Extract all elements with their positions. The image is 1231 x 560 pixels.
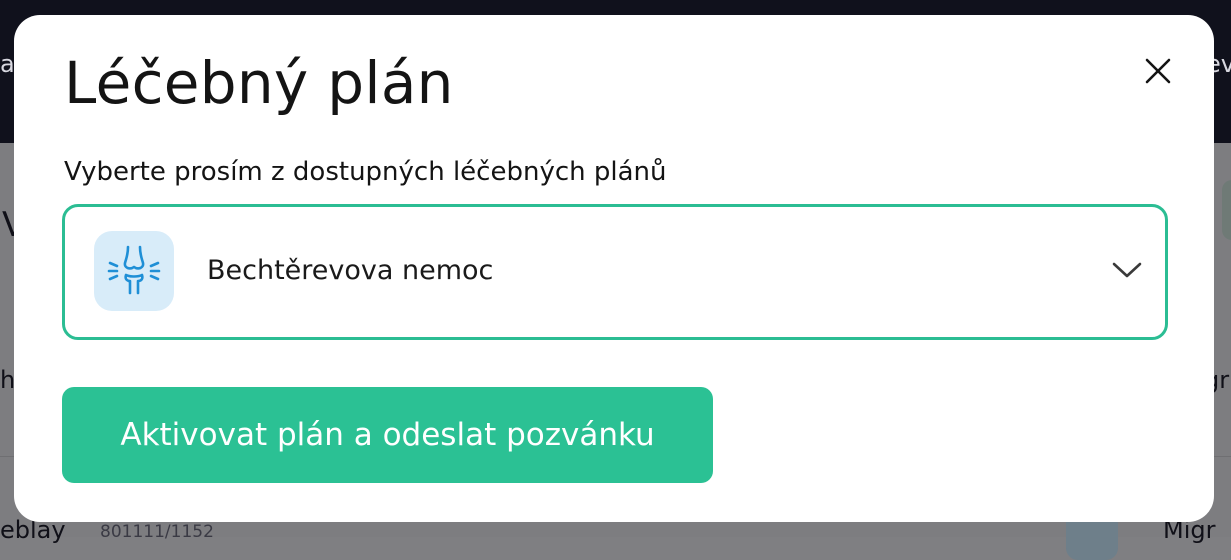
close-button[interactable] xyxy=(1142,55,1174,87)
chevron-down-icon[interactable] xyxy=(1111,258,1143,282)
background-list-text-left: h xyxy=(0,366,16,394)
plan-select-label: Vyberte prosím z dostupných léčebných pl… xyxy=(64,157,667,187)
treatment-plan-dialog: Léčebný plán Vyberte prosím z dostupných… xyxy=(14,15,1214,522)
plan-select-value: Bechtěrevova nemoc xyxy=(207,255,494,286)
plan-select[interactable]: Bechtěrevova nemoc xyxy=(62,204,1168,340)
activate-plan-button[interactable]: Aktivovat plán a odeslat pozvánku xyxy=(62,387,713,483)
background-header-text-left: a xyxy=(0,50,15,78)
dialog-title: Léčebný plán xyxy=(64,49,454,117)
plan-icon-badge xyxy=(94,231,174,311)
background-chip xyxy=(1222,180,1231,240)
close-icon xyxy=(1145,58,1171,84)
background-patient-id: 801111/1152 xyxy=(100,522,214,542)
joint-icon xyxy=(107,245,161,295)
